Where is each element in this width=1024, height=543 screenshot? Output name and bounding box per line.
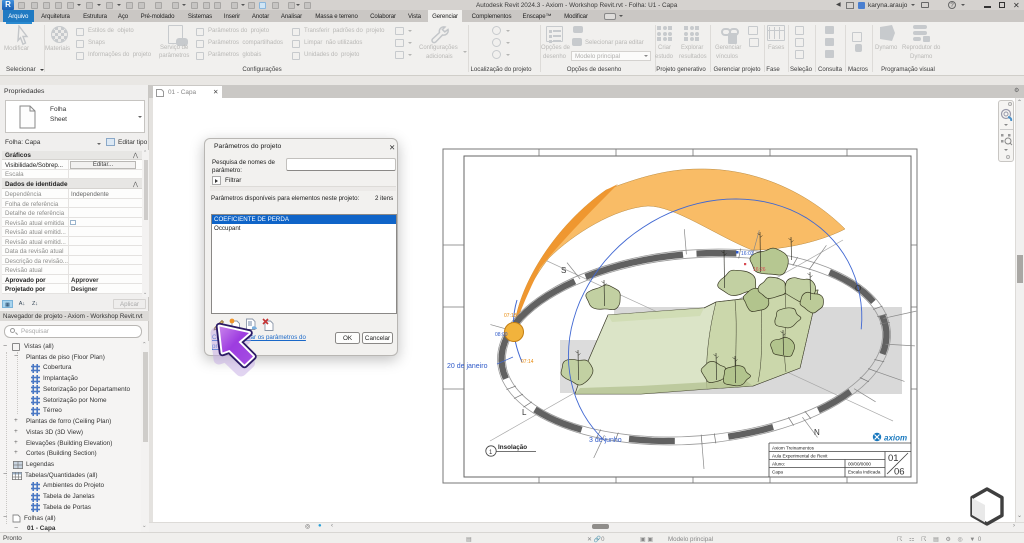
svg-text:07:18: 07:18 xyxy=(504,313,517,319)
svg-text:axiom: axiom xyxy=(884,434,907,443)
svg-text:00/00/0000: 00/00/0000 xyxy=(848,462,871,467)
svg-text:16:03: 16:03 xyxy=(741,251,754,257)
svg-text:Capa: Capa xyxy=(772,470,783,475)
svg-text:16:26: 16:26 xyxy=(753,267,766,273)
svg-text:Aula Experimental de Revit: Aula Experimental de Revit xyxy=(772,454,828,459)
svg-text:Axiom Treinamentos: Axiom Treinamentos xyxy=(772,446,815,451)
svg-text:S: S xyxy=(561,266,566,275)
svg-text:3 de junho: 3 de junho xyxy=(589,437,622,444)
svg-text:08:00: 08:00 xyxy=(495,332,508,338)
svg-text:06: 06 xyxy=(894,467,905,478)
svg-text:O: O xyxy=(855,284,861,293)
svg-text:Escala Indicada: Escala Indicada xyxy=(848,470,881,475)
svg-text:Aluno:: Aluno: xyxy=(772,462,785,467)
svg-text:Insolação: Insolação xyxy=(498,444,527,451)
svg-text:07:14: 07:14 xyxy=(521,359,534,365)
svg-text:20 de janeiro: 20 de janeiro xyxy=(447,363,488,370)
svg-text:01: 01 xyxy=(888,453,899,464)
svg-text:N: N xyxy=(814,428,820,437)
svg-text:L: L xyxy=(522,408,527,417)
